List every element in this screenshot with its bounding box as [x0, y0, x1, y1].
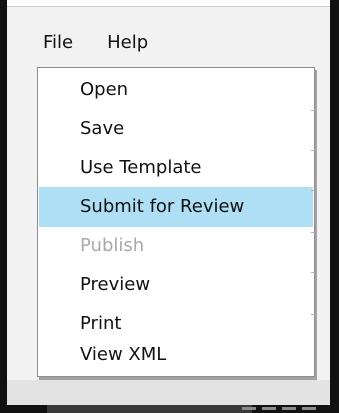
menu-item-open[interactable]: Open — [39, 70, 313, 110]
status-strip — [7, 405, 330, 413]
background-tick — [311, 314, 315, 315]
file-dropdown-menu: Open Save Use Template Submit for Review… — [37, 67, 315, 377]
background-tick — [311, 190, 315, 191]
window-edge-left — [0, 0, 7, 413]
menu-item-view-xml[interactable]: View XML — [39, 335, 313, 375]
menu-item-use-template[interactable]: Use Template — [39, 148, 313, 188]
background-tick — [311, 110, 315, 111]
menu-item-save[interactable]: Save — [39, 109, 313, 149]
menu-item-submit-for-review[interactable]: Submit for Review — [39, 187, 313, 227]
menu-item-preview[interactable]: Preview — [39, 265, 313, 305]
background-tick — [311, 150, 315, 151]
menu-file[interactable]: File — [40, 32, 76, 53]
application-window-crop: File Help Open Save Use Template Submit … — [0, 0, 339, 413]
window-edge-right — [330, 0, 339, 413]
menu-bar: File Help — [40, 26, 151, 58]
menu-item-publish: Publish — [80, 235, 145, 256]
status-strip-mark — [242, 407, 256, 410]
status-strip-mark — [282, 407, 296, 410]
status-strip-mark — [302, 407, 316, 410]
background-tick — [311, 272, 315, 273]
status-strip-segment — [47, 405, 252, 413]
status-strip-mark — [262, 407, 276, 410]
menu-help[interactable]: Help — [104, 32, 151, 53]
background-tick — [311, 232, 315, 233]
